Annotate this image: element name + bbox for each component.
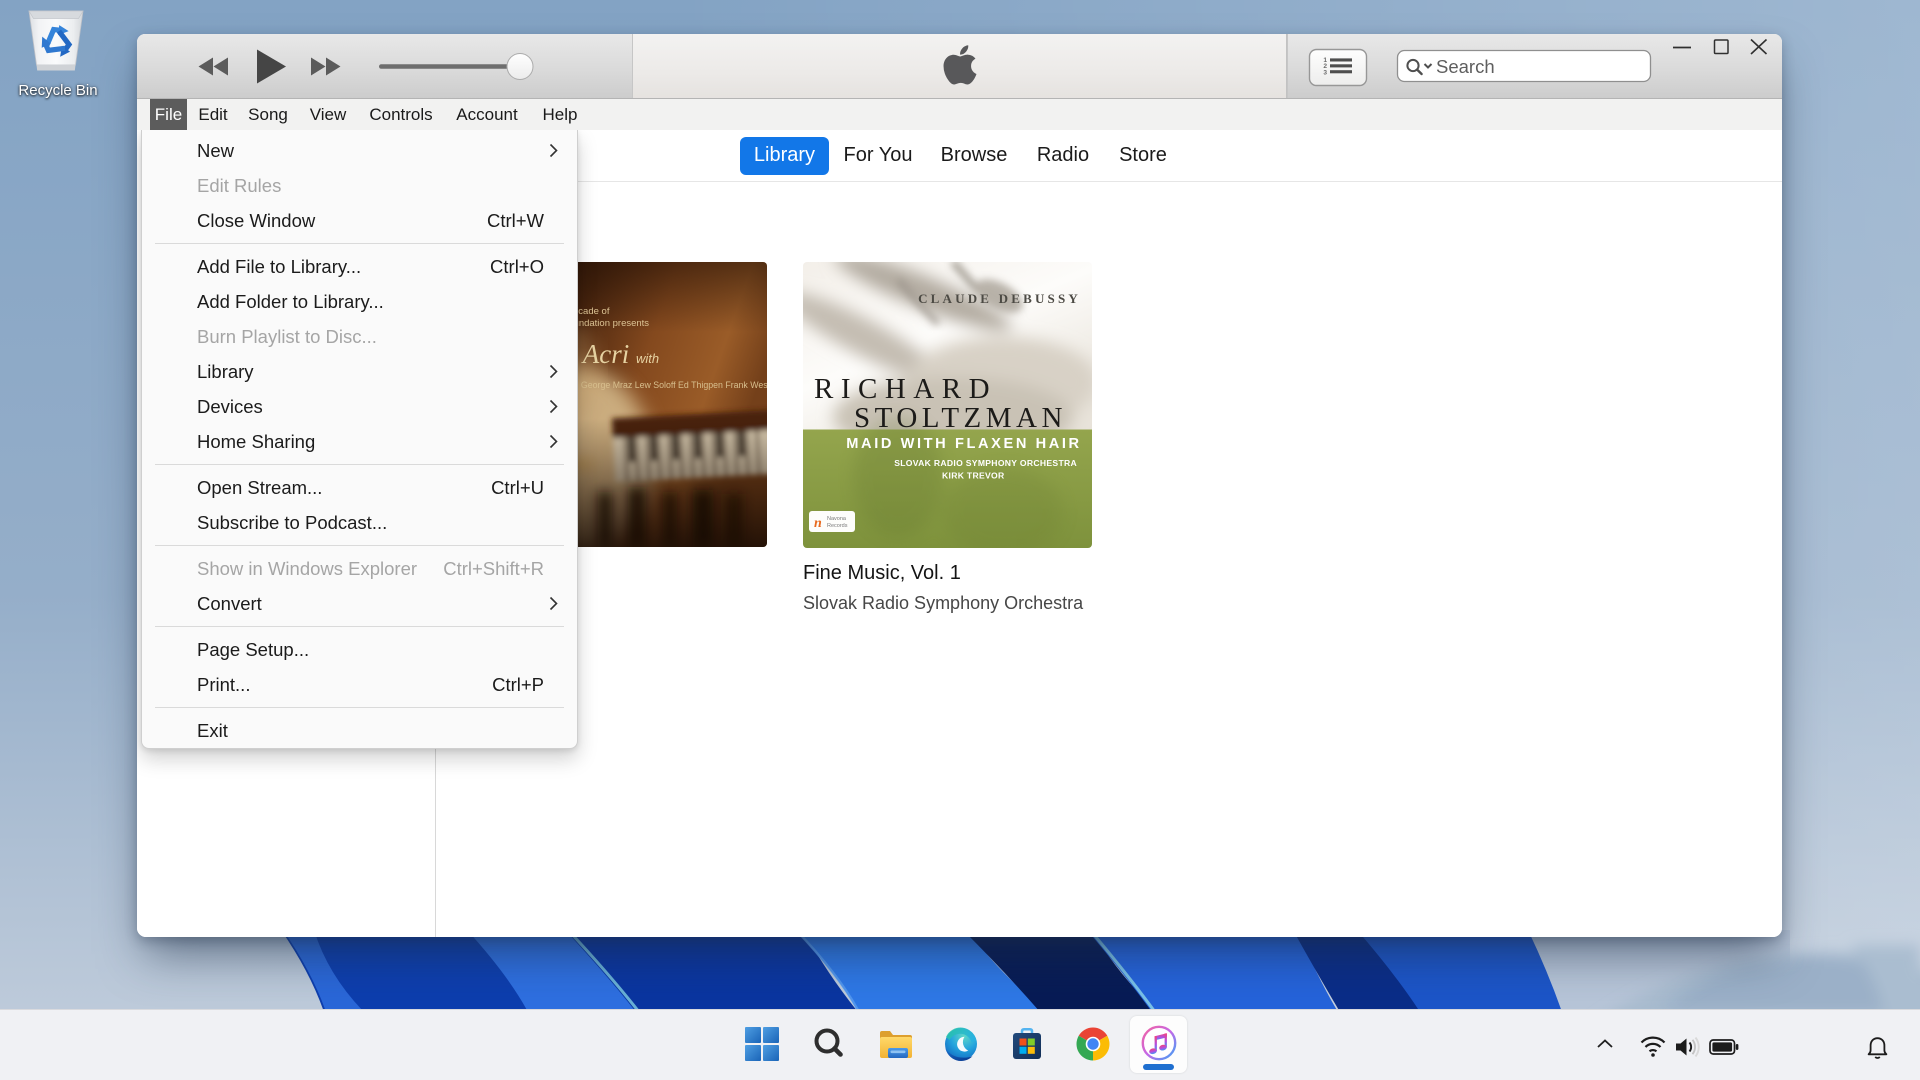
svg-text:3: 3 (1323, 69, 1327, 76)
svg-text:KIRK TREVOR: KIRK TREVOR (942, 471, 1005, 481)
svg-text:Records: Records (827, 523, 848, 529)
svg-text:SLOVAK RADIO SYMPHONY ORCHESTR: SLOVAK RADIO SYMPHONY ORCHESTRA (894, 458, 1077, 468)
svg-text:n: n (814, 516, 822, 531)
svg-text:MAID WITH FLAXEN HAIR: MAID WITH FLAXEN HAIR (846, 436, 1081, 452)
svg-text:Search: Search (1436, 56, 1495, 77)
svg-text:STOLTZMAN: STOLTZMAN (854, 402, 1067, 434)
svg-text:with: with (636, 351, 659, 366)
svg-text:RICHARD: RICHARD (814, 373, 997, 405)
svg-text:CLAUDE DEBUSSY: CLAUDE DEBUSSY (918, 291, 1081, 306)
svg-text:Navona: Navona (827, 516, 847, 522)
